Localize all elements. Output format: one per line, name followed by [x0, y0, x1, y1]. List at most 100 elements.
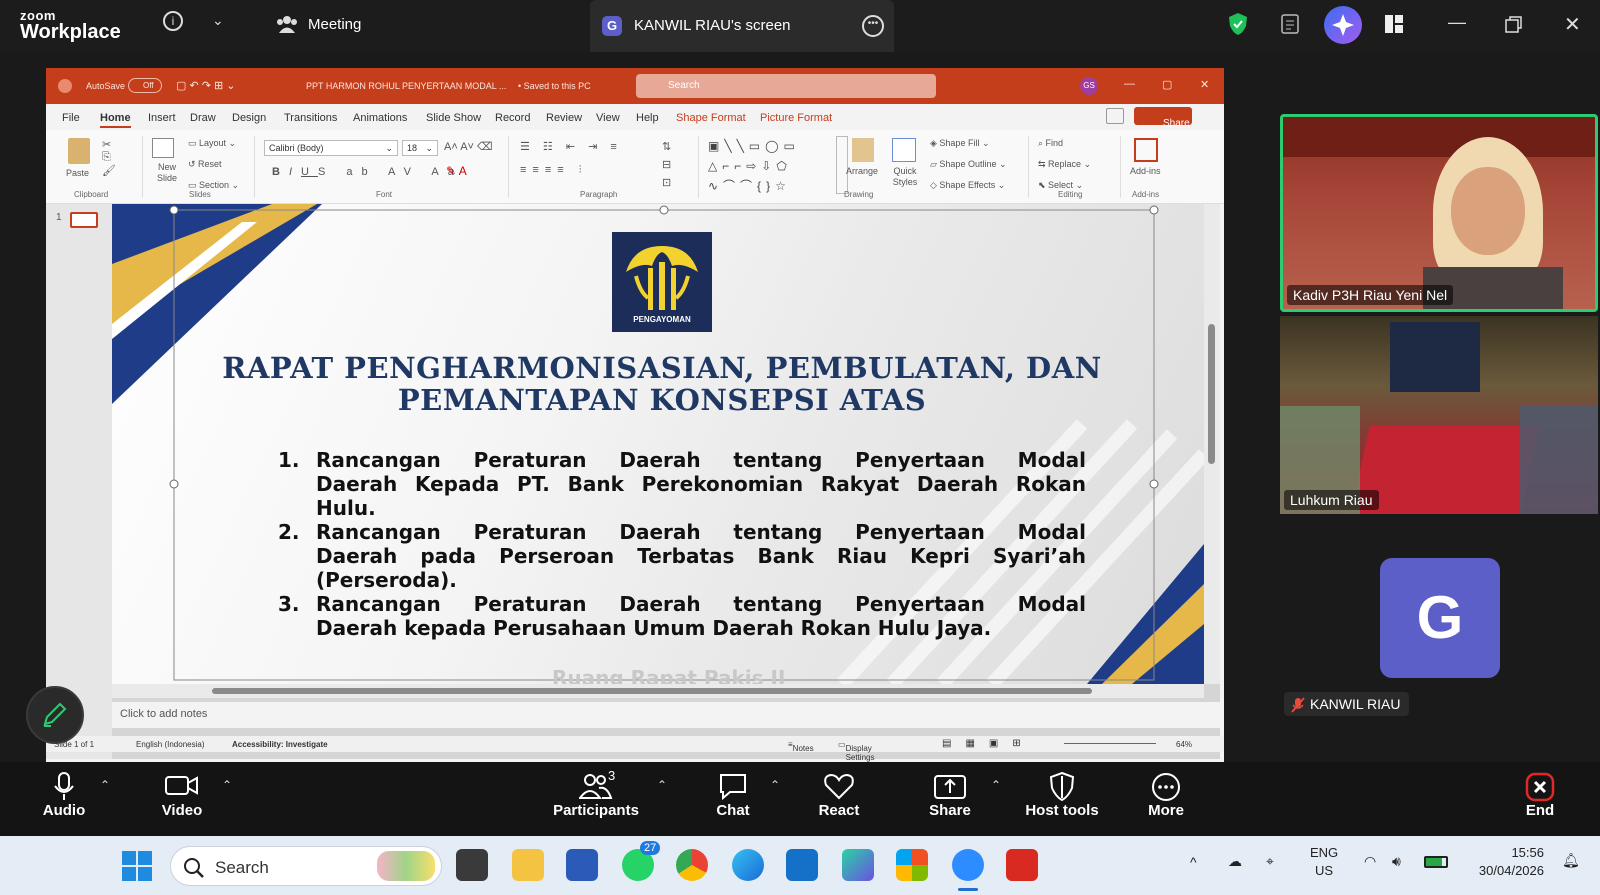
tab-help[interactable]: Help	[636, 112, 659, 124]
font-color-button[interactable]: ✎ A	[446, 164, 467, 178]
shape-fill-button[interactable]: ◈ Shape Fill ⌄	[930, 138, 990, 149]
layout-button[interactable]: ▭ Layout ⌄	[188, 138, 236, 149]
minimize-icon[interactable]: —	[1448, 12, 1466, 33]
chat-options-caret[interactable]: ⌃	[770, 778, 780, 792]
addins-icon[interactable]	[1134, 138, 1158, 162]
edge-icon[interactable]	[732, 849, 764, 881]
battery-icon[interactable]	[1424, 856, 1448, 868]
microsoft365-icon[interactable]	[842, 849, 874, 881]
ppt-close-icon[interactable]: ✕	[1200, 78, 1209, 91]
ppt-restore-icon[interactable]: ▢	[1162, 78, 1172, 91]
tab-record[interactable]: Record	[495, 112, 530, 124]
slide-canvas[interactable]: PENGAYOMAN RAPAT PENGHARMONISASIAN, PEMB…	[112, 204, 1204, 684]
react-button[interactable]: React	[789, 762, 889, 820]
replace-button[interactable]: ⇆ Replace ⌄	[1038, 159, 1091, 170]
list-buttons[interactable]: ☰ ☷ ⇤ ⇥ ≡	[520, 140, 622, 153]
text-direction-buttons[interactable]: ⇅ ⊟ ⊡	[662, 138, 671, 192]
more-button[interactable]: More	[1116, 762, 1216, 820]
chrome-icon[interactable]	[676, 849, 708, 881]
vertical-scroll-thumb[interactable]	[1208, 324, 1215, 464]
ppt-minimize-icon[interactable]: —	[1124, 78, 1135, 90]
font-size-select[interactable]: 18 ⌄	[402, 140, 438, 156]
apps-icon[interactable]	[1384, 14, 1404, 34]
paste-icon[interactable]	[68, 138, 90, 164]
addins-label[interactable]: Add-ins	[1130, 166, 1161, 176]
tab-view[interactable]: View	[596, 112, 620, 124]
chat-button[interactable]: Chat	[683, 762, 783, 820]
whatsapp-icon[interactable]: 27	[622, 841, 661, 881]
arrange-label[interactable]: Arrange	[846, 166, 878, 176]
shapes-more[interactable]	[836, 136, 848, 194]
quick-styles-label[interactable]: Quick Styles	[888, 166, 922, 188]
location-icon[interactable]: ⌖	[1266, 853, 1274, 870]
participant-avatar[interactable]: G	[1380, 558, 1500, 678]
find-button[interactable]: ⌕ Find	[1038, 138, 1063, 149]
task-view-icon[interactable]	[456, 849, 488, 881]
new-slide-label[interactable]: New Slide	[150, 162, 184, 184]
horizontal-scrollbar[interactable]	[112, 684, 1204, 698]
comments-icon[interactable]	[1106, 108, 1124, 124]
participant-video-1[interactable]: Kadiv P3H Riau Yeni Nel	[1280, 114, 1598, 312]
shape-effects-button[interactable]: ◇ Shape Effects ⌄	[930, 180, 1005, 191]
clock[interactable]: 15:56 30/04/2026	[1472, 844, 1544, 880]
font-format-buttons[interactable]: BIUS ab AV Aa	[272, 166, 463, 178]
audio-button[interactable]: Audio	[14, 762, 114, 820]
outlook-icon[interactable]	[786, 849, 818, 881]
notes-pane[interactable]: Click to add notes	[112, 702, 1220, 728]
notifications-icon[interactable]: 🔔︎	[1562, 852, 1580, 869]
alignment-buttons[interactable]: ≡≡≡≡ ⫶	[520, 164, 587, 177]
file-explorer-icon[interactable]	[512, 849, 544, 881]
language-status[interactable]: English (Indonesia)	[136, 740, 204, 749]
notes-toggle[interactable]: ≡ Notes	[788, 740, 814, 753]
windows-start-icon[interactable]	[122, 851, 152, 881]
notes-icon[interactable]	[1280, 13, 1300, 35]
view-buttons[interactable]: ▤▦▣⊞	[942, 738, 1035, 749]
video-button[interactable]: Video	[132, 762, 232, 820]
onedrive-icon[interactable]: ☁	[1228, 853, 1242, 870]
new-slide-icon[interactable]	[152, 138, 174, 158]
wifi-icon[interactable]: ◠	[1364, 853, 1376, 870]
word-icon[interactable]	[566, 849, 598, 881]
show-hidden-icons[interactable]: ^	[1190, 854, 1197, 870]
shape-outline-button[interactable]: ▱ Shape Outline ⌄	[930, 159, 1007, 170]
quick-styles-icon[interactable]	[892, 138, 916, 162]
slide-thumbnail[interactable]	[70, 212, 98, 228]
vertical-scrollbar[interactable]	[1204, 204, 1220, 684]
horizontal-scroll-thumb[interactable]	[212, 688, 1092, 694]
tab-file[interactable]: File	[62, 112, 80, 124]
more-options-icon[interactable]: •••	[862, 15, 884, 37]
toolbar-quick-icons[interactable]: ▢ ↶ ↷ ⊞ ⌄	[176, 79, 236, 92]
audio-options-caret[interactable]: ⌃	[100, 778, 110, 792]
zoom-app-icon[interactable]	[952, 849, 984, 881]
paste-label[interactable]: Paste	[66, 168, 89, 178]
ai-companion-icon[interactable]	[1324, 6, 1362, 44]
video-options-caret[interactable]: ⌃	[222, 778, 232, 792]
font-name-select[interactable]: Calibri (Body) ⌄	[264, 140, 398, 156]
tab-slide-show[interactable]: Slide Show	[426, 112, 481, 124]
share-button[interactable]: Share	[1134, 107, 1192, 129]
tab-animations[interactable]: Animations	[353, 112, 407, 124]
ppt-search-box[interactable]: Search	[636, 74, 936, 98]
participants-options-caret[interactable]: ⌃	[657, 778, 667, 792]
restore-icon[interactable]	[1505, 16, 1523, 34]
acrobat-icon[interactable]	[1006, 849, 1038, 881]
font-size-controls[interactable]: A˄ A˅ ⌫	[444, 140, 493, 153]
chevron-down-icon[interactable]: ⌄	[212, 12, 224, 29]
zoom-level[interactable]: 64%	[1176, 740, 1192, 749]
close-icon[interactable]: ✕	[1564, 12, 1581, 37]
arrange-icon[interactable]	[852, 138, 874, 162]
zoom-slider[interactable]	[1064, 743, 1156, 744]
end-meeting-button[interactable]: End	[1490, 762, 1590, 820]
tab-design[interactable]: Design	[232, 112, 266, 124]
annotate-button[interactable]	[26, 686, 84, 744]
info-icon[interactable]: i	[163, 11, 183, 31]
meeting-menu[interactable]: Meeting	[276, 14, 361, 34]
tab-picture-format[interactable]: Picture Format	[760, 112, 832, 124]
store-icon[interactable]	[896, 849, 928, 881]
tab-shape-format[interactable]: Shape Format	[676, 112, 746, 124]
user-avatar[interactable]: GS	[1080, 77, 1098, 95]
screen-share-tab[interactable]: G KANWIL RIAU's screen •••	[590, 0, 894, 52]
share-options-caret[interactable]: ⌃	[991, 778, 1001, 792]
participants-button[interactable]: 3 Participants	[546, 762, 646, 820]
taskbar-search[interactable]: Search	[170, 846, 442, 886]
